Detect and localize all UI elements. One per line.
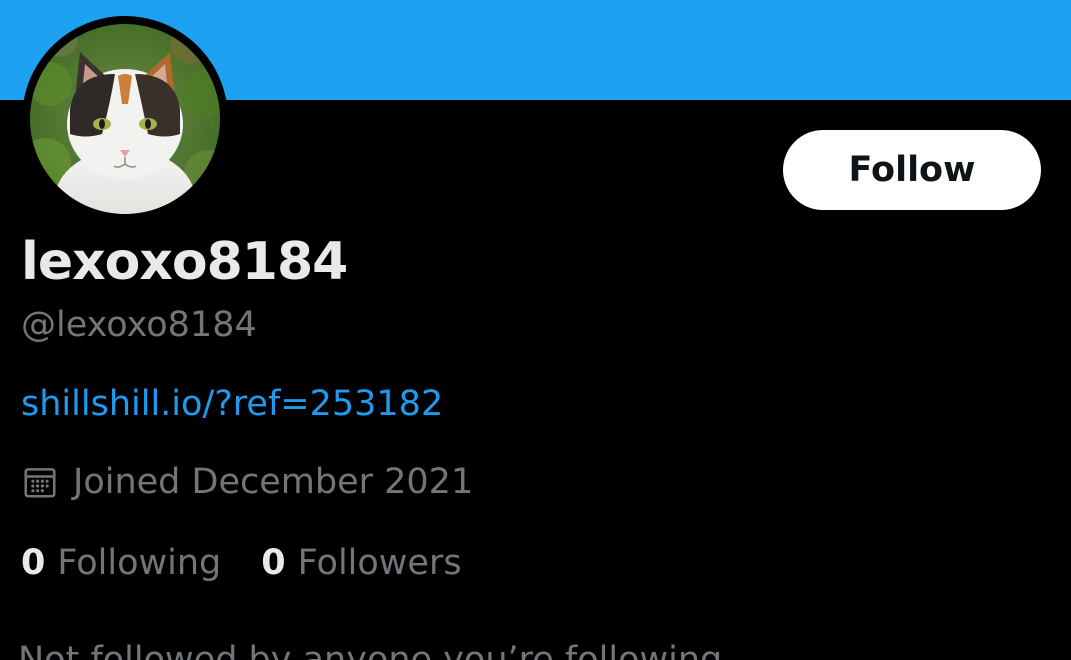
joined-text: Joined December 2021 bbox=[73, 462, 474, 502]
profile-website-link[interactable]: shillshill.io/?ref=253182 bbox=[21, 384, 443, 424]
profile-display-name: lexoxo8184 bbox=[21, 232, 348, 292]
social-context-text: Not followed by anyone you’re following bbox=[18, 640, 723, 660]
cat-avatar-image bbox=[30, 24, 220, 214]
follow-button[interactable]: Follow bbox=[783, 130, 1041, 210]
following-count: 0 bbox=[21, 543, 46, 583]
follow-stats: 0 Following 0 Followers bbox=[21, 543, 462, 583]
following-label: Following bbox=[57, 543, 222, 583]
followers-count: 0 bbox=[261, 543, 286, 583]
followers-link[interactable]: 0 Followers bbox=[261, 543, 461, 583]
avatar[interactable] bbox=[22, 16, 228, 222]
calendar-icon bbox=[21, 463, 59, 501]
joined-date: Joined December 2021 bbox=[21, 462, 473, 502]
following-link[interactable]: 0 Following bbox=[21, 543, 221, 583]
profile-page: Follow lexoxo8184 @lexoxo8184 shillshill… bbox=[0, 0, 1071, 660]
profile-handle: @lexoxo8184 bbox=[21, 305, 257, 345]
followers-label: Followers bbox=[297, 543, 462, 583]
